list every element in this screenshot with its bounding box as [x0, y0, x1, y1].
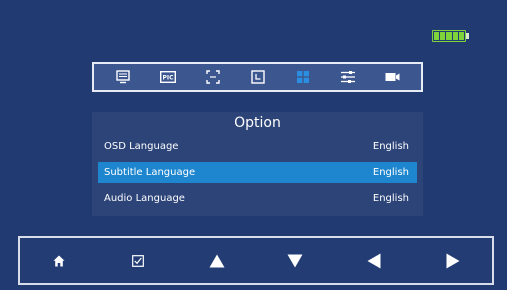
- home-icon: [53, 255, 65, 266]
- picture-icon-label: PIC: [162, 75, 174, 82]
- home-button[interactable]: [39, 244, 79, 278]
- up-button[interactable]: [197, 244, 237, 278]
- battery-segment: [458, 32, 465, 40]
- battery-segment: [434, 32, 440, 40]
- down-button[interactable]: [275, 244, 315, 278]
- panel-title: Option: [234, 115, 281, 131]
- battery-tip: [466, 33, 469, 39]
- row-value: English: [372, 193, 409, 204]
- row-value: English: [372, 141, 409, 152]
- row-label: Audio Language: [104, 193, 185, 204]
- battery-segment: [440, 32, 446, 40]
- row-value: English: [372, 167, 409, 178]
- menu-row-osd-language[interactable]: OSD Language English: [98, 136, 417, 157]
- menu-row-subtitle-language[interactable]: Subtitle Language English: [98, 162, 417, 183]
- up-arrow-icon: [209, 254, 225, 267]
- row-label: Subtitle Language: [104, 167, 196, 178]
- battery-indicator: [432, 30, 466, 42]
- grid-icon[interactable]: [291, 67, 315, 87]
- timer-icon[interactable]: [246, 67, 270, 87]
- left-arrow-icon: [367, 253, 381, 268]
- menu-toolbar: PIC: [92, 62, 423, 92]
- row-label: OSD Language: [104, 141, 179, 152]
- confirm-button[interactable]: [118, 244, 158, 278]
- right-arrow-icon: [446, 253, 460, 268]
- checkbox-icon: [132, 254, 144, 267]
- down-arrow-icon: [287, 254, 303, 267]
- aspect-ratio-icon[interactable]: [201, 67, 225, 87]
- left-button[interactable]: [354, 244, 394, 278]
- navigation-bar: [18, 236, 494, 285]
- settings-sliders-icon[interactable]: [336, 67, 360, 87]
- battery-segment: [452, 32, 458, 40]
- right-button[interactable]: [433, 244, 473, 278]
- display-icon[interactable]: [111, 67, 135, 87]
- menu-row-audio-language[interactable]: Audio Language English: [98, 188, 417, 209]
- options-panel: Option OSD Language English Subtitle Lan…: [92, 112, 423, 216]
- battery-segment: [446, 32, 452, 40]
- picture-icon[interactable]: PIC: [156, 67, 180, 87]
- video-input-icon[interactable]: [381, 67, 405, 87]
